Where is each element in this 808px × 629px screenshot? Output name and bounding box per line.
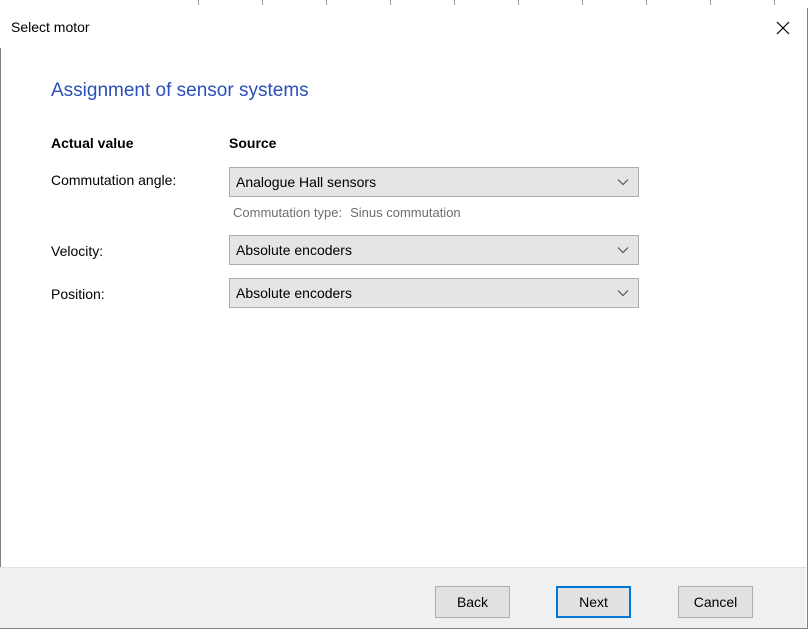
next-button[interactable]: Next xyxy=(556,586,631,618)
commutation-angle-select[interactable]: Analogue Hall sensors xyxy=(229,167,639,197)
edge-tick xyxy=(262,0,263,5)
row-label-velocity: Velocity: xyxy=(51,243,104,259)
back-button[interactable]: Back xyxy=(435,586,510,618)
column-header-source: Source xyxy=(229,135,277,151)
close-button[interactable] xyxy=(760,8,806,48)
chevron-down-icon xyxy=(617,247,629,254)
title-bar: Select motor xyxy=(0,8,806,48)
dialog-footer: Back Next Cancel xyxy=(0,567,806,628)
close-icon xyxy=(776,21,790,35)
chevron-down-icon xyxy=(617,290,629,297)
velocity-select[interactable]: Absolute encoders xyxy=(229,235,639,265)
window-title: Select motor xyxy=(11,19,90,35)
edge-tick xyxy=(518,0,519,5)
column-header-actual-value: Actual value xyxy=(51,135,134,151)
edge-tick xyxy=(326,0,327,5)
edge-tick xyxy=(710,0,711,5)
edge-tick xyxy=(774,0,775,5)
position-value: Absolute encoders xyxy=(236,285,352,301)
window-top-edge xyxy=(0,0,808,8)
commutation-type-label: Commutation type: xyxy=(233,205,343,220)
commutation-angle-value: Analogue Hall sensors xyxy=(236,174,377,190)
page-heading: Assignment of sensor systems xyxy=(51,80,309,101)
velocity-value: Absolute encoders xyxy=(236,242,352,258)
edge-tick xyxy=(646,0,647,5)
cancel-button[interactable]: Cancel xyxy=(678,586,753,618)
edge-tick xyxy=(390,0,391,5)
row-label-position: Position: xyxy=(51,286,105,302)
edge-tick xyxy=(198,0,199,5)
edge-tick xyxy=(454,0,455,5)
row-label-commutation-angle: Commutation angle: xyxy=(51,172,177,188)
commutation-type-info: Commutation type: Sinus commutation xyxy=(233,205,461,220)
commutation-type-value: Sinus commutation xyxy=(350,205,461,220)
chevron-down-icon xyxy=(617,179,629,186)
position-select[interactable]: Absolute encoders xyxy=(229,278,639,308)
edge-tick xyxy=(582,0,583,5)
